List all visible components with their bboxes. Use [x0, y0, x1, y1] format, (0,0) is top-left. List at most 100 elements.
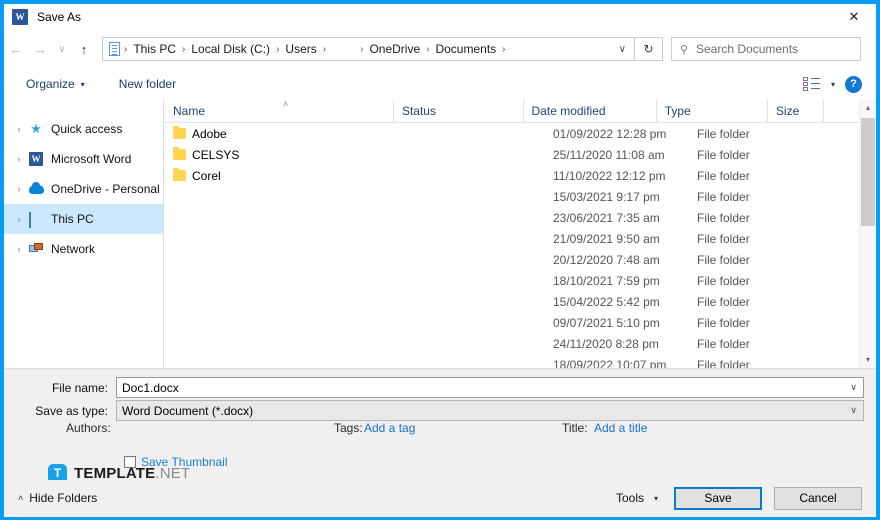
chevron-down-icon[interactable]: ∨ [619, 44, 634, 55]
vertical-scrollbar[interactable]: ▴ ▾ [859, 100, 876, 368]
browser-pane: › ★ Quick access › W Microsoft Word › On… [4, 99, 876, 369]
file-rows: Adobe 01/09/2022 12:28 pm File folder CELSY… [165, 123, 876, 369]
save-as-type-select[interactable]: Word Document (*.docx) ∨ [116, 400, 864, 421]
sidebar-item-this-pc[interactable]: › This PC [4, 204, 163, 234]
file-list: Name ˄ Status Date modified Type Size Ad… [165, 99, 876, 369]
tools-button[interactable]: Tools ▾ [616, 491, 662, 505]
search-input[interactable]: ⚲ Search Documents [671, 37, 861, 61]
table-row[interactable]: 23/06/2021 7:35 am File folder [165, 207, 876, 228]
back-button[interactable]: ← [4, 41, 28, 57]
table-row[interactable]: 20/12/2020 7:48 am File folder [165, 249, 876, 270]
table-row[interactable]: 18/10/2021 7:59 pm File folder [165, 270, 876, 291]
sidebar-item-quick-access[interactable]: › ★ Quick access [4, 114, 163, 144]
cell-date-modified: 25/11/2020 11:08 am [553, 147, 665, 162]
scroll-up-arrow[interactable]: ▴ [860, 100, 876, 116]
expander-icon[interactable]: › [12, 184, 26, 194]
footer-buttons: Tools ▾ Save Cancel [616, 486, 876, 510]
expander-icon[interactable]: › [12, 124, 26, 134]
folder-icon [173, 168, 186, 181]
chevron-down-icon[interactable]: ∨ [850, 405, 857, 416]
cell-date-modified: 09/07/2021 5:10 pm [553, 315, 660, 330]
sidebar-item-onedrive-personal[interactable]: › OneDrive - Personal [4, 174, 163, 204]
column-headers: Name ˄ Status Date modified Type Size [165, 99, 876, 123]
breadcrumb-users[interactable]: Users [280, 42, 321, 56]
cell-name: CELSYS [165, 147, 413, 162]
breadcrumb-separator: › [322, 43, 327, 55]
expander-icon[interactable]: › [12, 154, 26, 164]
breadcrumb-local-disk[interactable]: Local Disk (C:) [186, 42, 275, 56]
sidebar-item-network[interactable]: › Network [4, 234, 163, 264]
dialog-footer: ˄ Hide Folders Tools ▾ Save Cancel [4, 480, 876, 516]
chevron-down-icon[interactable]: ∨ [850, 382, 857, 393]
cell-type: File folder [697, 189, 750, 204]
folder-icon [173, 126, 186, 139]
table-row[interactable]: 15/03/2021 9:17 pm File folder [165, 186, 876, 207]
sidebar-item-label: Microsoft Word [51, 152, 132, 166]
view-chevron-down-icon[interactable]: ▾ [831, 80, 835, 89]
cell-type: File folder [697, 273, 750, 288]
table-row[interactable]: Corel 11/10/2022 12:12 pm File folder [165, 165, 876, 186]
hide-folders-button[interactable]: ˄ Hide Folders [18, 491, 97, 505]
title-label: Title: [562, 421, 588, 435]
breadcrumb-separator: › [502, 43, 506, 55]
save-button[interactable]: Save [674, 486, 762, 510]
forward-button[interactable]: → [28, 41, 52, 57]
pc-icon [26, 212, 46, 228]
close-icon[interactable]: ✕ [832, 4, 876, 30]
cell-type: File folder [697, 294, 750, 309]
hide-folders-label: Hide Folders [29, 491, 98, 505]
cell-date-modified: 24/11/2020 8:28 pm [553, 336, 659, 351]
scrollbar-thumb[interactable] [861, 118, 875, 226]
chevron-up-icon: ˄ [18, 493, 24, 503]
breadcrumb-documents[interactable]: Documents [430, 42, 501, 56]
table-row[interactable]: CELSYS 25/11/2020 11:08 am File folder [165, 144, 876, 165]
cell-name: Adobe [165, 126, 413, 141]
table-row[interactable]: 15/04/2022 5:42 pm File folder [165, 291, 876, 312]
save-as-type-value: Word Document (*.docx) [122, 403, 254, 418]
table-row[interactable]: 24/11/2020 8:28 pm File folder [165, 333, 876, 354]
column-header-date-modified[interactable]: Date modified [524, 100, 657, 122]
expander-icon[interactable]: › [12, 244, 26, 254]
cancel-button[interactable]: Cancel [774, 486, 862, 510]
recent-locations-button[interactable]: ∨ [52, 44, 72, 55]
scroll-down-arrow[interactable]: ▾ [860, 352, 876, 368]
sidebar-item-microsoft-word[interactable]: › W Microsoft Word [4, 144, 163, 174]
list-view-icon[interactable] [802, 77, 821, 91]
sidebar-item-label: OneDrive - Personal [51, 182, 160, 196]
cell-name-label: Corel [192, 168, 221, 183]
organize-label: Organize [26, 77, 75, 91]
column-header-name[interactable]: Name ˄ [165, 99, 394, 122]
refresh-button[interactable]: ↻ [635, 37, 663, 61]
up-button[interactable]: ↑ [72, 42, 96, 57]
expander-icon[interactable]: › [12, 214, 26, 224]
breadcrumb-onedrive[interactable]: OneDrive [364, 42, 425, 56]
cell-type: File folder [697, 315, 750, 330]
column-header-type[interactable]: Type [657, 100, 768, 122]
document-metadata-row: Authors: Tags: Add a tag Title: Add a ti… [4, 421, 876, 441]
table-row[interactable]: 18/09/2022 10:07 pm File folder [165, 354, 876, 370]
add-a-tag-link[interactable]: Add a tag [364, 421, 415, 435]
cell-type: File folder [697, 252, 750, 267]
column-header-label: Name [173, 104, 206, 118]
cloud-icon [26, 181, 46, 194]
cell-date-modified: 23/06/2021 7:35 am [553, 210, 660, 225]
new-folder-button[interactable]: New folder [113, 77, 182, 91]
column-header-size[interactable]: Size [768, 100, 824, 122]
column-header-status[interactable]: Status [394, 100, 524, 122]
cell-date-modified: 01/09/2022 12:28 pm [553, 126, 667, 141]
title-bar: W Save As ✕ [4, 4, 876, 30]
chevron-down-icon: ▾ [653, 493, 658, 503]
word-app-icon: W [12, 9, 28, 25]
table-row[interactable]: 09/07/2021 5:10 pm File folder [165, 312, 876, 333]
cell-type: File folder [697, 210, 750, 225]
cell-name: Corel [165, 168, 413, 183]
table-row[interactable]: Adobe 01/09/2022 12:28 pm File folder [165, 123, 876, 144]
organize-button[interactable]: Organize ▾ [20, 77, 91, 91]
table-row[interactable]: 21/09/2021 9:50 am File folder [165, 228, 876, 249]
cell-date-modified: 18/10/2021 7:59 pm [553, 273, 660, 288]
address-bar[interactable]: › This PC › Local Disk (C:) › Users › › … [102, 37, 635, 61]
file-name-input[interactable]: Doc1.docx ∨ [116, 377, 864, 398]
add-a-title-link[interactable]: Add a title [594, 421, 647, 435]
breadcrumb-this-pc[interactable]: This PC [128, 42, 181, 56]
help-button[interactable]: ? [845, 75, 862, 93]
